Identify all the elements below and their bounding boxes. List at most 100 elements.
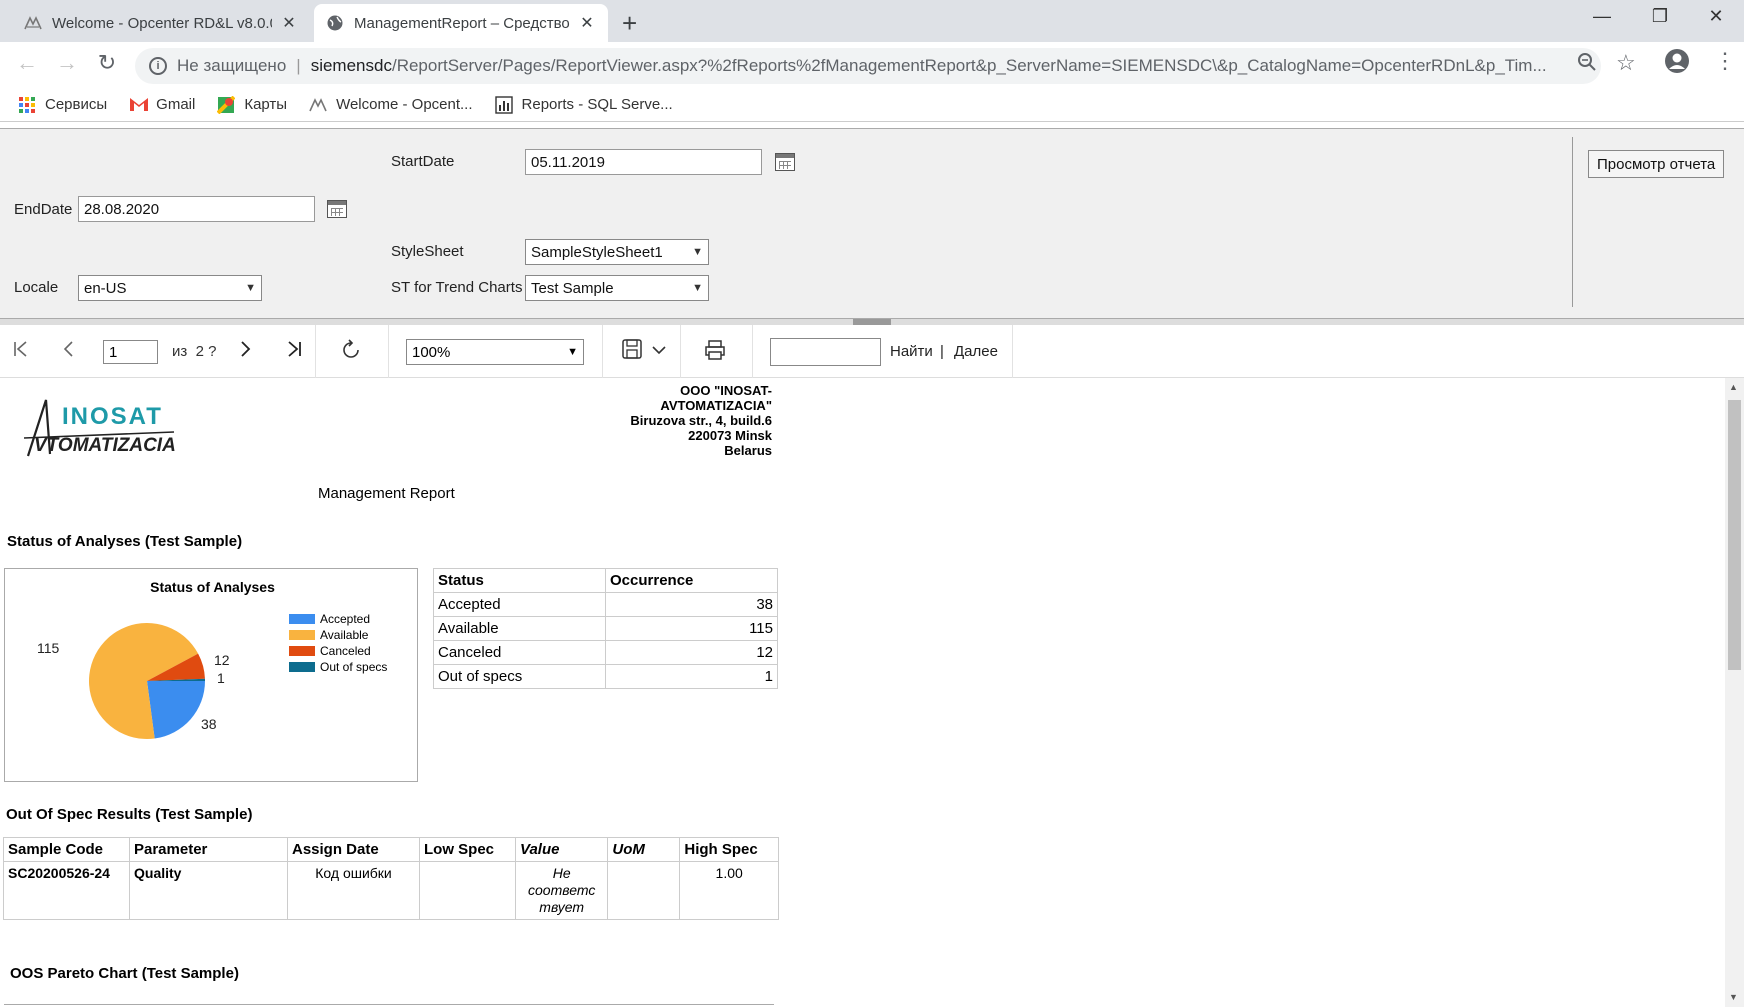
start-date-input[interactable]	[525, 149, 762, 175]
company-line: ООО "INOSAT-	[680, 383, 772, 398]
last-page-icon[interactable]	[281, 339, 307, 365]
stylesheet-label: StyleSheet	[391, 243, 464, 260]
toolbar-separator	[1012, 325, 1013, 378]
browser-tabstrip: Welcome - Opcenter RD&L v8.0.0 ✕ Managem…	[0, 0, 1744, 42]
zoom-icon[interactable]	[1577, 52, 1597, 78]
toolbar-separator	[752, 325, 753, 378]
occurrence-cell: 12	[605, 640, 778, 665]
logo-top-text: INOSAT	[62, 403, 163, 430]
legend-swatch	[289, 646, 315, 656]
restore-icon[interactable]: ❐	[1640, 6, 1680, 27]
occurrence-cell: 38	[605, 592, 778, 617]
column-header: Parameter	[129, 837, 288, 862]
url-host: siemensdc	[310, 56, 392, 75]
tab-welcome[interactable]: Welcome - Opcenter RD&L v8.0.0 ✕	[12, 4, 310, 42]
value-cell: Не соответс твует	[514, 861, 609, 920]
logo-bottom-text: VTOMATIZACIA	[34, 435, 176, 456]
find-separator: |	[940, 343, 944, 360]
info-icon[interactable]: i	[149, 57, 167, 75]
minimize-icon[interactable]: —	[1582, 6, 1622, 27]
page-of-label: из	[172, 343, 188, 360]
sample-code-cell: SC20200526-24	[3, 861, 130, 920]
legend-item: Canceled	[289, 643, 387, 659]
forward-icon[interactable]: →	[52, 50, 82, 76]
pie-chart: 38 115 12 1	[37, 623, 230, 739]
status-cell: Out of specs	[433, 664, 606, 689]
scroll-up-icon[interactable]: ▲	[1729, 382, 1738, 392]
scrollbar-thumb[interactable]	[1728, 400, 1741, 670]
chevron-down-icon: ▼	[692, 246, 703, 258]
refresh-icon[interactable]	[338, 339, 364, 367]
table-row: Accepted 38	[433, 592, 778, 617]
previous-page-icon[interactable]	[56, 339, 82, 365]
bookmark-maps[interactable]: Карты	[216, 95, 288, 114]
st-trend-select[interactable]: Test Sample ▼	[525, 275, 709, 301]
address-separator: |	[296, 56, 301, 75]
export-chevron-down-icon[interactable]	[646, 342, 672, 358]
chevron-down-icon: ▼	[692, 282, 703, 294]
save-icon[interactable]	[620, 339, 646, 365]
vertical-scrollbar[interactable]: ▲ ▼	[1725, 378, 1744, 1007]
bookmark-opcenter[interactable]: Welcome - Opcent...	[309, 96, 473, 114]
opcenter-icon	[309, 96, 327, 114]
params-splitter[interactable]	[0, 318, 1744, 325]
close-icon[interactable]: ✕	[280, 13, 298, 33]
first-page-icon[interactable]	[8, 339, 34, 365]
company-logo: INOSAT VTOMATIZACIA	[24, 399, 176, 457]
scroll-down-icon[interactable]: ▼	[1729, 992, 1738, 1002]
stylesheet-select[interactable]: SampleStyleSheet1 ▼	[525, 239, 709, 265]
chevron-down-icon: ▼	[245, 282, 256, 294]
occurrence-cell: 1	[605, 664, 778, 689]
tab-management-report[interactable]: ManagementReport – Средство просмотра от…	[314, 4, 608, 42]
pie-slice-accepted	[147, 681, 205, 739]
parameters-panel: StartDate EndDate StyleSheet SampleStyle…	[0, 128, 1744, 318]
address-bar[interactable]: i Не защищено | siemensdc/ReportServer/P…	[135, 48, 1601, 84]
next-page-icon[interactable]	[232, 339, 258, 365]
bookmarks-bar: Сервисы Gmail Карты Welcome - Opcent... …	[0, 88, 1744, 122]
table-header-row: Sample Code Parameter Assign Date Low Sp…	[3, 837, 779, 862]
find-input[interactable]	[770, 338, 881, 366]
legend-label: Out of specs	[320, 660, 388, 674]
window-close-icon[interactable]: ✕	[1696, 6, 1736, 27]
find-next-link[interactable]: Далее	[954, 343, 998, 360]
reload-icon[interactable]: ↻	[92, 50, 122, 76]
company-line: AVTOMATIZACIA"	[660, 398, 772, 413]
locale-label: Locale	[14, 279, 59, 296]
high-spec-cell: 1.00	[679, 861, 779, 920]
menu-kebab-icon[interactable]: ⋮	[1714, 48, 1736, 74]
maps-icon	[216, 95, 236, 114]
find-link[interactable]: Найти	[890, 343, 933, 360]
report-toolbar: из 2 ? 100% ▼ Найти | Далее	[0, 325, 1744, 378]
reports-icon	[494, 95, 513, 114]
params-divider	[1572, 137, 1573, 307]
calendar-icon[interactable]	[327, 200, 347, 218]
zoom-select[interactable]: 100% ▼	[406, 339, 584, 365]
bookmark-services[interactable]: Сервисы	[18, 96, 107, 114]
bookmark-label: Gmail	[156, 96, 196, 113]
new-tab-icon[interactable]: +	[622, 8, 637, 39]
account-icon[interactable]	[1664, 48, 1690, 80]
status-cell: Canceled	[433, 640, 606, 665]
bookmark-reports[interactable]: Reports - SQL Serve...	[494, 95, 673, 114]
company-address: ООО "INOSAT- AVTOMATIZACIA" Biruzova str…	[560, 383, 772, 458]
toolbar-separator	[680, 325, 681, 378]
view-report-button[interactable]: Просмотр отчета	[1588, 150, 1725, 178]
end-date-input[interactable]	[78, 196, 315, 222]
locale-select[interactable]: en-US ▼	[78, 275, 262, 301]
bookmark-label: Карты	[244, 96, 288, 113]
page-number-input[interactable]	[103, 340, 158, 364]
star-icon[interactable]: ☆	[1616, 50, 1636, 76]
company-line: Belarus	[724, 443, 772, 458]
status-chart: Status of Analyses 38 115 12 1 Accepted Avai…	[4, 568, 418, 782]
chart-legend: Accepted Available Canceled Out of specs	[289, 611, 387, 675]
company-line: Biruzova str., 4, build.6	[630, 413, 772, 428]
bookmark-gmail[interactable]: Gmail	[129, 96, 195, 114]
table-row: Out of specs 1	[433, 664, 778, 689]
close-icon[interactable]: ✕	[578, 13, 596, 33]
column-header: Value	[514, 837, 609, 862]
st-trend-value: Test Sample	[531, 279, 614, 297]
calendar-icon[interactable]	[775, 153, 795, 171]
back-icon[interactable]: ←	[12, 50, 42, 76]
print-icon[interactable]	[702, 339, 728, 367]
pie-value-label: 12	[214, 652, 230, 668]
